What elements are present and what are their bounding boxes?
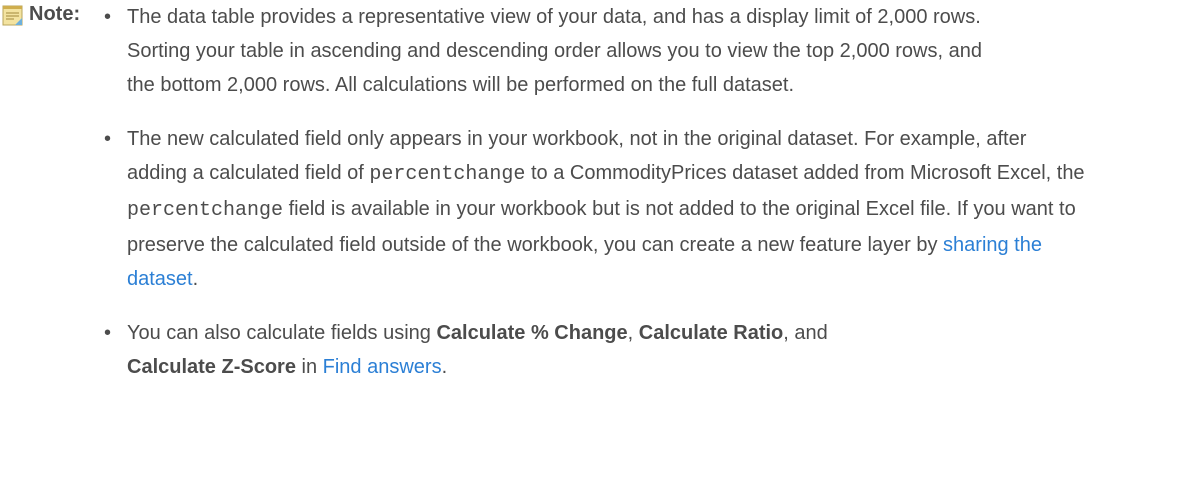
note-icon — [2, 5, 23, 26]
item-text: . — [192, 268, 199, 290]
list-item: • The data table provides a representati… — [100, 0, 997, 102]
bullet-glyph: • — [104, 128, 112, 150]
bullet-glyph: • — [104, 6, 112, 28]
bullet-glyph: • — [104, 322, 112, 344]
item-text: You can also calculate fields using — [127, 322, 437, 344]
item-text: , and — [783, 322, 828, 344]
note-bullet-list: • The data table provides a representati… — [100, 0, 1180, 404]
note-label: Note: — [29, 3, 81, 25]
code-percentchange: percentchange — [369, 163, 526, 186]
list-item: • You can also calculate fields using Ca… — [100, 316, 847, 384]
calculate-z-score-term: Calculate Z-Score — [127, 356, 296, 378]
calculate-ratio-term: Calculate Ratio — [638, 322, 784, 344]
item-text: . — [441, 356, 448, 378]
code-percentchange: percentchange — [127, 199, 284, 222]
item-text: The data table provides a representative… — [127, 6, 982, 96]
item-text: , — [627, 322, 639, 344]
item-text: in — [295, 356, 323, 378]
find-answers-link[interactable]: Find answers — [323, 356, 442, 378]
calculate-percent-change-term: Calculate % Change — [436, 322, 628, 344]
note-block: Note: • The data table provides a repres… — [0, 0, 1188, 503]
item-text: to a CommodityPrices dataset added from … — [525, 162, 1085, 184]
list-item: • The new calculated field only appears … — [100, 122, 1087, 296]
